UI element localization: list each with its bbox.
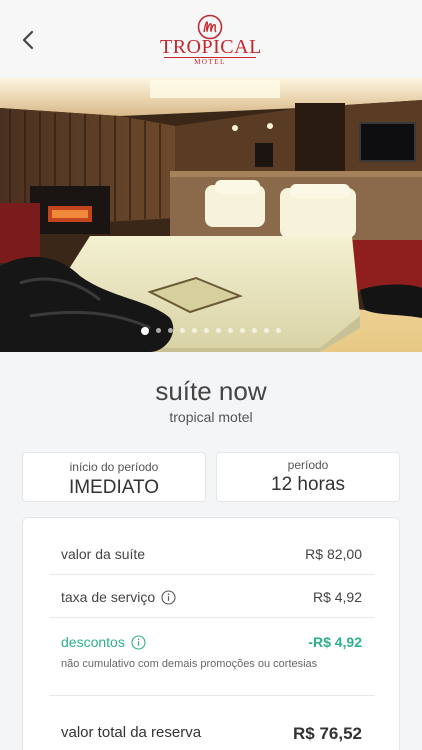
suite-price-label: valor da suíte — [61, 546, 146, 562]
back-button[interactable] — [14, 26, 42, 54]
start-period-card[interactable]: início do período IMEDIATO — [22, 452, 206, 502]
carousel-dot[interactable] — [156, 328, 161, 333]
divider — [49, 574, 375, 575]
carousel-dot[interactable] — [204, 328, 209, 333]
total-value: R$ 76,52 — [293, 724, 362, 743]
carousel-dot[interactable] — [192, 328, 197, 333]
suite-photo-carousel[interactable] — [0, 78, 422, 352]
carousel-dot[interactable] — [252, 328, 257, 333]
carousel-dot[interactable] — [240, 328, 245, 333]
carousel-dot[interactable] — [168, 328, 173, 333]
carousel-dot[interactable] — [264, 328, 269, 333]
start-period-label: início do período — [69, 460, 159, 474]
discount-label: descontos — [61, 634, 125, 650]
suite-price-row: valor da suíte R$ 82,00 — [61, 546, 362, 562]
chevron-left-icon[interactable] — [21, 29, 35, 51]
service-fee-value: R$ 4,92 — [312, 589, 362, 605]
total-row: valor total da reserva R$ 76,52 — [61, 724, 362, 743]
divider — [49, 695, 375, 696]
carousel-dot[interactable] — [180, 328, 185, 333]
service-fee-row: taxa de serviço R$ 4,92 — [61, 589, 362, 605]
discount-note: não cumulativo com demais promoções ou c… — [61, 658, 318, 670]
carousel-dot[interactable] — [216, 328, 221, 333]
suite-name: suíte now — [155, 376, 267, 406]
logo-wordmark: TROPICAL — [160, 36, 262, 58]
period-card[interactable]: período 12 horas — [216, 452, 400, 502]
period-value: 12 horas — [271, 474, 345, 495]
price-summary-card: valor da suíte R$ 82,00 taxa de serviço … — [22, 517, 400, 750]
info-icon[interactable] — [161, 589, 176, 605]
carousel-dot[interactable] — [141, 326, 149, 335]
tropical-motel-logo: TROPICAL MOTEL — [160, 14, 262, 70]
service-fee-label: taxa de serviço — [61, 589, 156, 605]
carousel-pagination — [0, 326, 422, 335]
start-period-value: IMEDIATO — [68, 477, 160, 498]
logo-subtext: MOTEL — [194, 58, 226, 66]
period-label: período — [287, 458, 329, 472]
divider — [49, 617, 375, 618]
suite-photo — [0, 78, 422, 352]
carousel-dot[interactable] — [228, 328, 233, 333]
suite-price-value: R$ 82,00 — [305, 546, 362, 562]
info-icon[interactable] — [131, 634, 146, 650]
discount-value: -R$ 4,92 — [308, 634, 362, 650]
motel-name: tropical motel — [169, 409, 253, 425]
app-header: TROPICAL MOTEL — [0, 0, 422, 78]
total-label: valor total da reserva — [61, 724, 202, 741]
discount-row: descontos -R$ 4,92 — [61, 634, 362, 650]
carousel-dot[interactable] — [276, 328, 281, 333]
